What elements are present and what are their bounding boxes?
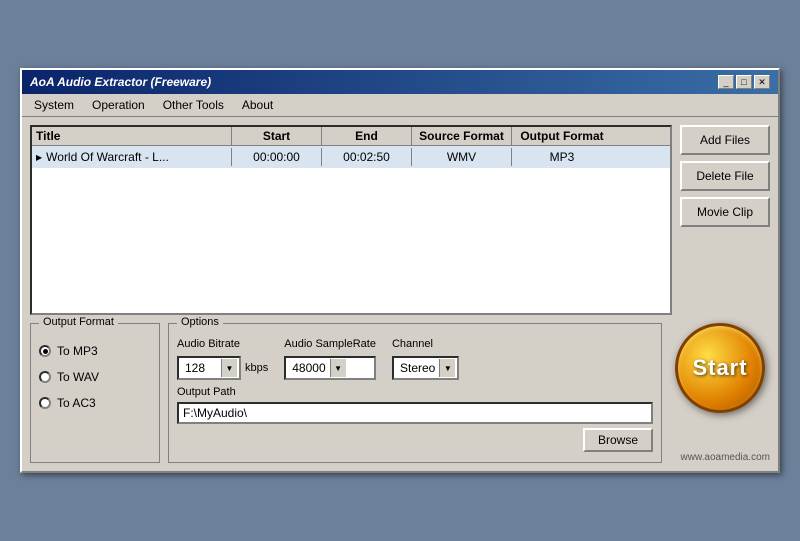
start-button[interactable]: Start (675, 323, 765, 413)
menu-about[interactable]: About (234, 96, 281, 114)
bitrate-arrow-icon[interactable]: ▼ (221, 359, 237, 377)
channel-dropdown[interactable]: Stereo ▼ (392, 356, 459, 380)
browse-row: Browse (177, 428, 653, 452)
radio-ac3-label: To AC3 (57, 396, 96, 410)
browse-button[interactable]: Browse (583, 428, 653, 452)
col-title-header: Title (32, 127, 232, 145)
bitrate-label: Audio Bitrate (177, 338, 268, 350)
minimize-button[interactable]: _ (718, 75, 734, 89)
channel-value: Stereo (396, 360, 439, 376)
file-list[interactable]: Title Start End Source Format Output For… (30, 125, 672, 315)
radio-mp3-label: To MP3 (57, 344, 98, 358)
website-label: www.aoamedia.com (670, 452, 770, 463)
content-area: Title Start End Source Format Output For… (22, 117, 778, 471)
col-end-header: End (322, 127, 412, 145)
play-icon: ▶ (36, 153, 42, 162)
output-path-input[interactable] (177, 402, 653, 424)
movie-clip-button[interactable]: Movie Clip (680, 197, 770, 227)
bitrate-dropdown[interactable]: 128 ▼ (177, 356, 241, 380)
start-button-wrap: Start (670, 323, 770, 413)
output-format-label: Output Format (39, 316, 118, 328)
col-ofmt-header: Output Format (512, 127, 612, 145)
side-buttons: Add Files Delete File Movie Clip (680, 125, 770, 323)
options-top-row: Audio Bitrate 128 ▼ kbps Audio SampleRat… (177, 338, 653, 380)
radio-ac3-circle (39, 397, 51, 409)
file-list-header: Title Start End Source Format Output For… (32, 127, 670, 146)
radio-wav[interactable]: To WAV (39, 364, 151, 390)
menu-bar: System Operation Other Tools About (22, 94, 778, 117)
radio-wav-label: To WAV (57, 370, 99, 384)
bitrate-unit: kbps (245, 362, 268, 374)
output-path-label: Output Path (177, 386, 653, 398)
start-section: Start www.aoamedia.com (670, 323, 770, 463)
radio-mp3-dot (43, 349, 48, 354)
title-bar: AoA Audio Extractor (Freeware) _ □ ✕ (22, 70, 778, 94)
bitrate-wrap: 128 ▼ kbps (177, 356, 268, 380)
col-sfmt-header: Source Format (412, 127, 512, 145)
samplerate-arrow-icon[interactable]: ▼ (330, 359, 346, 377)
file-output-format: MP3 (512, 148, 612, 166)
file-start: 00:00:00 (232, 148, 322, 166)
channel-label: Channel (392, 338, 459, 350)
main-window: AoA Audio Extractor (Freeware) _ □ ✕ Sys… (20, 68, 780, 473)
file-end: 00:02:50 (322, 148, 412, 166)
table-row[interactable]: ▶ World Of Warcraft - L... 00:00:00 00:0… (32, 146, 670, 168)
add-files-button[interactable]: Add Files (680, 125, 770, 155)
maximize-button[interactable]: □ (736, 75, 752, 89)
samplerate-label: Audio SampleRate (284, 338, 376, 350)
samplerate-col: Audio SampleRate 48000 ▼ (284, 338, 376, 380)
bitrate-value: 128 (181, 360, 221, 376)
channel-arrow-icon[interactable]: ▼ (439, 359, 455, 377)
output-path-section: Output Path Browse (177, 386, 653, 452)
samplerate-dropdown[interactable]: 48000 ▼ (284, 356, 376, 380)
file-source-format: WMV (412, 148, 512, 166)
file-title: ▶ World Of Warcraft - L... (32, 148, 232, 166)
window-title: AoA Audio Extractor (Freeware) (30, 75, 211, 89)
samplerate-value: 48000 (288, 360, 329, 376)
channel-col: Channel Stereo ▼ (392, 338, 459, 380)
menu-operation[interactable]: Operation (84, 96, 153, 114)
radio-ac3[interactable]: To AC3 (39, 390, 151, 416)
close-button[interactable]: ✕ (754, 75, 770, 89)
bitrate-col: Audio Bitrate 128 ▼ kbps (177, 338, 268, 380)
options-group: Options Audio Bitrate 128 ▼ kbps (168, 323, 662, 463)
title-controls: _ □ ✕ (718, 75, 770, 89)
file-area: Title Start End Source Format Output For… (30, 125, 770, 323)
bottom-section: Output Format To MP3 To WAV To AC3 (30, 323, 770, 463)
file-list-wrap: Title Start End Source Format Output For… (30, 125, 672, 323)
delete-file-button[interactable]: Delete File (680, 161, 770, 191)
radio-wav-circle (39, 371, 51, 383)
radio-mp3-circle (39, 345, 51, 357)
options-label: Options (177, 316, 223, 328)
col-start-header: Start (232, 127, 322, 145)
menu-system[interactable]: System (26, 96, 82, 114)
radio-mp3[interactable]: To MP3 (39, 338, 151, 364)
output-format-group: Output Format To MP3 To WAV To AC3 (30, 323, 160, 463)
menu-other-tools[interactable]: Other Tools (155, 96, 232, 114)
